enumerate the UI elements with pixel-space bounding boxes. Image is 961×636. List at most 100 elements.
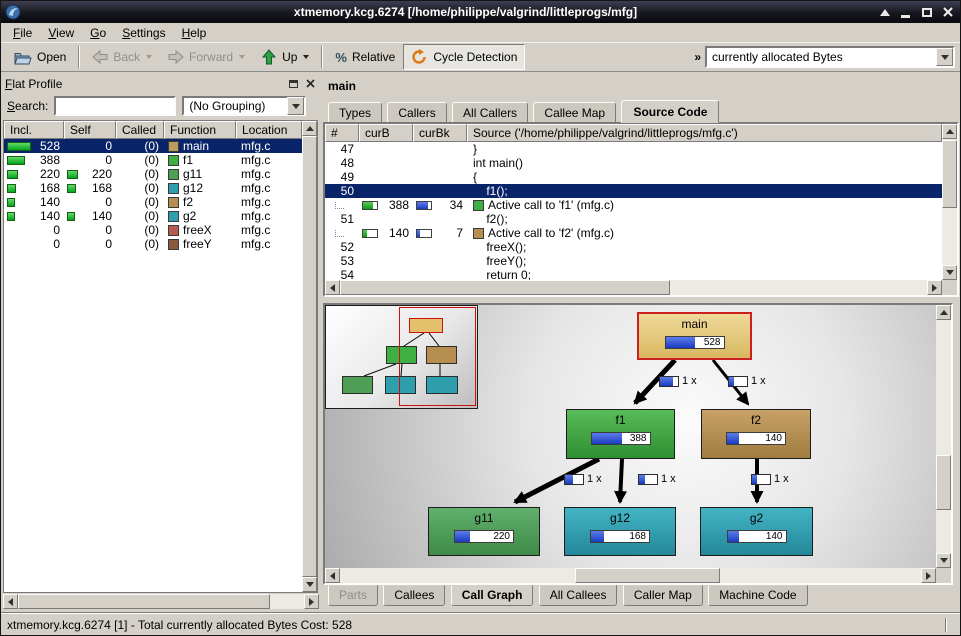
graph-node-g11[interactable]: g11 220 xyxy=(428,507,540,556)
flat-profile-dock-titlebar[interactable]: Flat Profile xyxy=(5,75,317,92)
scroll-down-button[interactable] xyxy=(302,577,317,592)
tab-callee-map[interactable]: Callee Map xyxy=(533,102,616,123)
graph-vscrollbar[interactable] xyxy=(936,305,951,568)
graph-hscrollbar[interactable] xyxy=(325,568,936,583)
tab-all-callers[interactable]: All Callers xyxy=(452,102,528,123)
scroll-thumb[interactable] xyxy=(942,140,957,208)
source-line[interactable]: 49 { xyxy=(325,170,942,184)
grouping-dropdown-icon[interactable] xyxy=(287,97,304,115)
table-row-freeY[interactable]: 0 0 (0) freeY mfg.c xyxy=(4,237,302,251)
source-active-call-f2[interactable]: 140 7 Active call to 'f2' (mfg.c) xyxy=(325,226,942,240)
flat-profile-hscrollbar[interactable] xyxy=(3,594,319,609)
menu-settings[interactable]: Settings xyxy=(114,25,173,41)
scroll-up-button[interactable] xyxy=(936,305,951,320)
scroll-left-button[interactable] xyxy=(325,280,340,295)
scroll-up-button[interactable] xyxy=(942,124,957,139)
edge-label-f1-g12: 1 x xyxy=(638,473,676,485)
column-header-location[interactable]: Location xyxy=(236,121,302,139)
dock-title-label: Flat Profile xyxy=(5,77,62,91)
column-header-self[interactable]: Self xyxy=(64,121,116,139)
minimize-button[interactable] xyxy=(896,3,915,21)
scroll-right-button[interactable] xyxy=(921,568,936,583)
call-graph-view[interactable]: main 528 f1 388 f2 140 g11 220 g12 168 g… xyxy=(323,303,953,585)
column-header-function[interactable]: Function xyxy=(164,121,236,139)
table-row-g12[interactable]: 168 168 (0) g12 mfg.c xyxy=(4,181,302,195)
scroll-right-button[interactable] xyxy=(304,594,319,609)
scroll-thumb[interactable] xyxy=(340,280,670,295)
column-header-incl[interactable]: Incl. xyxy=(4,121,64,139)
flat-profile-vscrollbar[interactable] xyxy=(302,121,317,592)
graph-node-f2[interactable]: f2 140 xyxy=(701,409,811,459)
column-header-source[interactable]: Source ('/home/philippe/valgrind/littlep… xyxy=(467,124,942,142)
tab-parts[interactable]: Parts xyxy=(328,585,378,606)
scroll-thumb[interactable] xyxy=(302,136,317,577)
table-row-f2[interactable]: 140 0 (0) f2 mfg.c xyxy=(4,195,302,209)
graph-node-g2[interactable]: g2 140 xyxy=(700,507,813,556)
column-header-curB[interactable]: curB xyxy=(359,124,413,142)
scroll-down-button[interactable] xyxy=(942,265,957,280)
table-row-g2[interactable]: 140 140 (0) g2 mfg.c xyxy=(4,209,302,223)
scroll-thumb[interactable] xyxy=(575,568,720,583)
table-row-freeX[interactable]: 0 0 (0) freeX mfg.c xyxy=(4,223,302,237)
scroll-thumb[interactable] xyxy=(936,455,951,510)
menu-view[interactable]: View xyxy=(40,25,82,41)
back-button[interactable]: Back xyxy=(84,44,160,70)
column-header-line[interactable]: # xyxy=(325,124,359,142)
back-arrow-icon xyxy=(92,49,108,65)
table-row-main[interactable]: 528 0 (0) main mfg.c xyxy=(4,139,302,153)
graph-node-main[interactable]: main 528 xyxy=(637,312,752,360)
graph-node-g12[interactable]: g12 168 xyxy=(564,507,676,556)
dock-close-button[interactable] xyxy=(303,77,317,90)
graph-overview-minimap[interactable] xyxy=(325,305,478,409)
open-button[interactable]: Open xyxy=(6,44,74,70)
scroll-left-button[interactable] xyxy=(325,568,340,583)
dock-float-button[interactable] xyxy=(286,77,300,90)
search-input[interactable] xyxy=(54,96,176,116)
menu-go[interactable]: Go xyxy=(82,25,114,41)
tab-call-graph[interactable]: Call Graph xyxy=(451,585,534,606)
event-type-select[interactable]: currently allocated Bytes xyxy=(705,46,955,68)
tab-caller-map[interactable]: Caller Map xyxy=(623,585,703,606)
source-line[interactable]: 53 freeY(); xyxy=(325,254,942,268)
column-header-called[interactable]: Called xyxy=(116,121,164,139)
scroll-down-button[interactable] xyxy=(936,553,951,568)
scroll-thumb[interactable] xyxy=(18,594,270,609)
forward-button[interactable]: Forward xyxy=(160,44,253,70)
grouping-select[interactable]: (No Grouping) xyxy=(182,96,306,116)
source-line[interactable]: 48 int main() xyxy=(325,156,942,170)
flat-profile-table: Incl. Self Called Function Location 528 … xyxy=(3,120,318,593)
toolbar-overflow-chevron[interactable]: » xyxy=(690,50,705,64)
relative-toggle-button[interactable]: % Relative xyxy=(327,44,403,70)
maximize-button[interactable] xyxy=(917,3,936,21)
source-line[interactable]: 52 freeX(); xyxy=(325,240,942,254)
source-vscrollbar[interactable] xyxy=(942,124,957,280)
cycle-detection-toggle-button[interactable]: Cycle Detection xyxy=(403,44,525,70)
scroll-up-button[interactable] xyxy=(302,121,317,136)
tab-source-code[interactable]: Source Code xyxy=(621,100,719,123)
table-row-f1[interactable]: 388 0 (0) f1 mfg.c xyxy=(4,153,302,167)
combo-dropdown-icon[interactable] xyxy=(936,48,953,66)
table-row-g11[interactable]: 220 220 (0) g11 mfg.c xyxy=(4,167,302,181)
source-active-call-f1[interactable]: 388 34 Active call to 'f1' (mfg.c) xyxy=(325,198,942,212)
tab-all-callees[interactable]: All Callees xyxy=(539,585,618,606)
menu-help[interactable]: Help xyxy=(174,25,215,41)
scroll-left-button[interactable] xyxy=(3,594,18,609)
source-hscrollbar[interactable] xyxy=(325,280,942,295)
function-color-icon xyxy=(168,239,179,250)
source-line[interactable]: 47 } xyxy=(325,142,942,156)
source-line-selected[interactable]: 50 f1(); xyxy=(325,184,942,198)
menu-file[interactable]: File xyxy=(5,25,40,41)
tab-callers[interactable]: Callers xyxy=(387,102,446,123)
graph-node-f1[interactable]: f1 388 xyxy=(566,409,675,459)
minimap-viewport-rect[interactable] xyxy=(399,307,476,406)
up-button[interactable]: Up xyxy=(253,44,317,70)
source-line[interactable]: 51 f2(); xyxy=(325,212,942,226)
column-header-curBk[interactable]: curBk xyxy=(413,124,467,142)
titlebar[interactable]: xtmemory.kcg.6274 [/home/philippe/valgri… xyxy=(1,1,960,23)
shade-button[interactable] xyxy=(875,3,894,21)
tab-types[interactable]: Types xyxy=(328,102,382,123)
scroll-right-button[interactable] xyxy=(927,280,942,295)
tab-machine-code[interactable]: Machine Code xyxy=(708,585,807,606)
close-button[interactable] xyxy=(938,3,957,21)
tab-callees[interactable]: Callees xyxy=(383,585,445,606)
